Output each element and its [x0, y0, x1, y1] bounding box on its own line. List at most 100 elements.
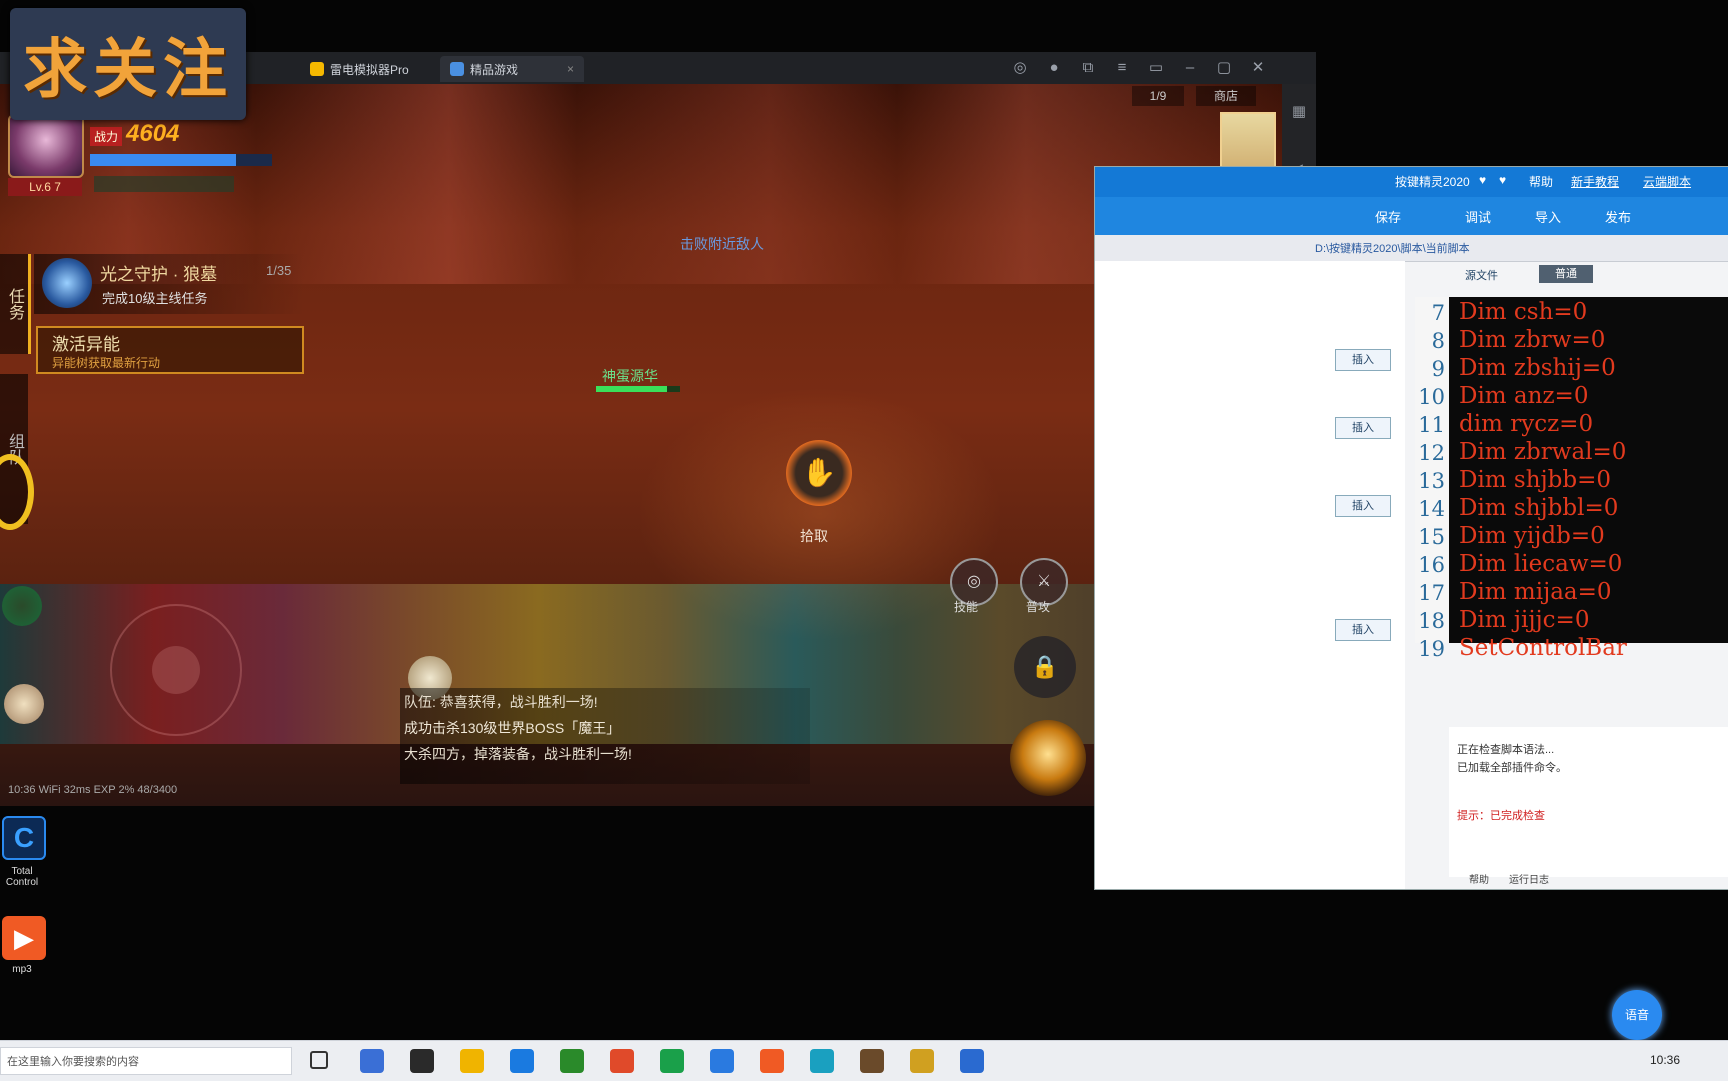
script-path: D:\按键精灵2020\脚本\当前脚本	[1315, 243, 1470, 255]
locked-skill-3-icon[interactable]: 🔒	[1014, 636, 1076, 698]
cloud-script-link[interactable]: 云端脚本	[1643, 173, 1691, 190]
code-line[interactable]: Dim shjbbl=0	[1459, 495, 1618, 521]
joystick-knob[interactable]	[152, 646, 200, 694]
taskbar-app-icon[interactable]	[510, 1049, 534, 1073]
menu-icon[interactable]: ≡	[1112, 58, 1132, 78]
editor-tab-normal[interactable]: 普通	[1539, 265, 1593, 283]
ultimate-skill-button[interactable]	[1010, 720, 1086, 796]
debug-button[interactable]: 调试	[1465, 207, 1491, 226]
taskbar-app-icon[interactable]	[910, 1049, 934, 1073]
tab-emulator-home[interactable]: 雷电模拟器Pro	[300, 56, 430, 82]
tutorial-link[interactable]: 新手教程	[1571, 173, 1619, 190]
player-avatar[interactable]	[8, 114, 84, 178]
import-button[interactable]: 导入	[1535, 207, 1561, 226]
gamepad-icon[interactable]: ◎	[1010, 58, 1030, 78]
event-tracker[interactable]: 激活异能 异能树获取最新行动	[36, 326, 304, 374]
taskbar-app-icon[interactable]	[560, 1049, 584, 1073]
shop-label[interactable]: 商店	[1196, 86, 1256, 106]
total-control-icon[interactable]: C	[2, 816, 46, 860]
pickup-button[interactable]: ✋	[786, 440, 852, 506]
player-stats-row	[94, 176, 234, 192]
keyboard-icon[interactable]: ▦	[1287, 100, 1311, 124]
taskbar-app-icon[interactable]	[460, 1049, 484, 1073]
code-line[interactable]: Dim jijjc=0	[1459, 607, 1589, 633]
quest-title: 光之守护 · 狼墓	[100, 265, 218, 284]
heart-icon[interactable]: ♥	[1479, 173, 1486, 187]
quest-count: 1/35	[266, 263, 292, 278]
taskbar-app-icon[interactable]	[410, 1049, 434, 1073]
taskbar-app-icon[interactable]	[360, 1049, 384, 1073]
taskbar-app-icon[interactable]	[660, 1049, 684, 1073]
refresh-counter[interactable]: 1/9	[1132, 86, 1184, 106]
code-editor[interactable]: Dim csh=0 Dim zbrw=0 Dim zbshij=0 Dim anz=0…	[1449, 297, 1728, 661]
fullscreen-icon[interactable]: ▭	[1146, 58, 1166, 78]
taskbar-app-icon[interactable]	[710, 1049, 734, 1073]
code-line[interactable]: Dim zbshij=0	[1459, 355, 1616, 381]
command-panel: 插入 插入 插入 插入	[1095, 261, 1405, 889]
minimize-icon[interactable]: –	[1180, 58, 1200, 78]
code-line[interactable]: Dim anz=0	[1459, 383, 1588, 409]
close-icon[interactable]: ✕	[1248, 58, 1268, 78]
code-line[interactable]: Dim zbrw=0	[1459, 327, 1605, 353]
game-viewport[interactable]: Lv.6 7 战力 4604 任务 组队 光之守护 · 狼墓 1/35 完成10…	[0, 84, 1282, 806]
taskbar-app-icon[interactable]	[960, 1049, 984, 1073]
mp3-app-icon[interactable]: ▶	[2, 916, 46, 960]
combat-power: 战力 4604	[90, 120, 179, 148]
tab-label: 精品游戏	[470, 62, 519, 77]
auto-battle-icon[interactable]	[2, 586, 42, 626]
taskbar-app-icon[interactable]	[610, 1049, 634, 1073]
code-line[interactable]: dim rycz=0	[1459, 411, 1593, 437]
chat-panel[interactable]: 队伍: 恭喜获得，战斗胜利一场! 成功击杀130级世界BOSS「魔王」 大杀四方…	[400, 688, 810, 784]
taskbar-app-icon[interactable]	[810, 1049, 834, 1073]
status-tab-help[interactable]: 帮助	[1469, 871, 1489, 886]
status-tab-log[interactable]: 运行日志	[1509, 871, 1549, 886]
taskbar-search-input[interactable]: 在这里输入你要搜索的内容	[0, 1047, 292, 1075]
code-line[interactable]: Dim csh=0	[1459, 299, 1587, 325]
maximize-icon[interactable]: ▢	[1214, 58, 1234, 78]
pickup-label: 拾取	[800, 528, 828, 544]
publish-button[interactable]: 发布	[1605, 207, 1631, 226]
close-tab-icon[interactable]: ×	[567, 62, 574, 76]
chat-line: 队伍: 恭喜获得，战斗胜利一场!	[404, 694, 598, 710]
side-ring-icon[interactable]	[0, 454, 34, 530]
taskbar-app-icon[interactable]	[860, 1049, 884, 1073]
code-line[interactable]: Dim zbrwal=0	[1459, 439, 1626, 465]
heart-icon[interactable]: ♥	[1499, 173, 1506, 187]
code-line[interactable]: SetControlBar	[1459, 635, 1627, 661]
line-number: 8	[1431, 329, 1445, 353]
quest-tracker[interactable]: 光之守护 · 狼墓 1/35 完成10级主线任务	[34, 254, 304, 314]
tab-label: 雷电模拟器Pro	[330, 62, 409, 77]
task-view-icon[interactable]	[310, 1051, 328, 1069]
help-link[interactable]: 帮助	[1529, 173, 1553, 190]
level-badge: Lv.6 7	[8, 178, 82, 196]
code-line[interactable]: Dim liecaw=0	[1459, 551, 1622, 577]
editor-titlebar: 按键精灵2020 ♥ ♥ 帮助 新手教程 云端脚本	[1095, 167, 1728, 197]
record-icon[interactable]: ●	[1044, 58, 1064, 78]
insert-button[interactable]: 插入	[1335, 349, 1391, 371]
save-button[interactable]: 保存	[1375, 207, 1401, 226]
multi-window-icon[interactable]: ⧉	[1078, 58, 1098, 78]
line-number: 18	[1418, 609, 1445, 633]
system-tray-clock[interactable]: 10:36	[1650, 1053, 1680, 1067]
game-tab-icon	[450, 62, 464, 76]
code-line[interactable]: Dim yijdb=0	[1459, 523, 1605, 549]
floating-voice-button[interactable]: 语音	[1612, 990, 1662, 1040]
hp-bar	[90, 154, 272, 166]
message-panel: 正在检查脚本语法... 已加载全部插件命令。 提示：已完成检查	[1449, 727, 1728, 877]
line-number: 15	[1418, 525, 1445, 549]
insert-button[interactable]: 插入	[1335, 495, 1391, 517]
insert-button[interactable]: 插入	[1335, 619, 1391, 641]
code-line[interactable]: Dim shjbb=0	[1459, 467, 1611, 493]
insert-button[interactable]: 插入	[1335, 417, 1391, 439]
horn-icon[interactable]	[4, 684, 44, 724]
code-line[interactable]: Dim mijaa=0	[1459, 579, 1612, 605]
editor-title-item[interactable]: 按键精灵2020	[1395, 173, 1470, 190]
virtual-joystick[interactable]	[110, 604, 242, 736]
tab-game[interactable]: 精品游戏 ×	[440, 56, 584, 82]
line-number: 19	[1418, 637, 1445, 661]
editor-tab-source[interactable]: 源文件	[1465, 267, 1498, 283]
taskbar-app-icon[interactable]	[760, 1049, 784, 1073]
npc-hp-fill	[596, 386, 668, 392]
side-tab-quest[interactable]: 任务	[0, 254, 31, 354]
editor-toolbar: 保存 调试 导入 发布	[1095, 197, 1728, 235]
